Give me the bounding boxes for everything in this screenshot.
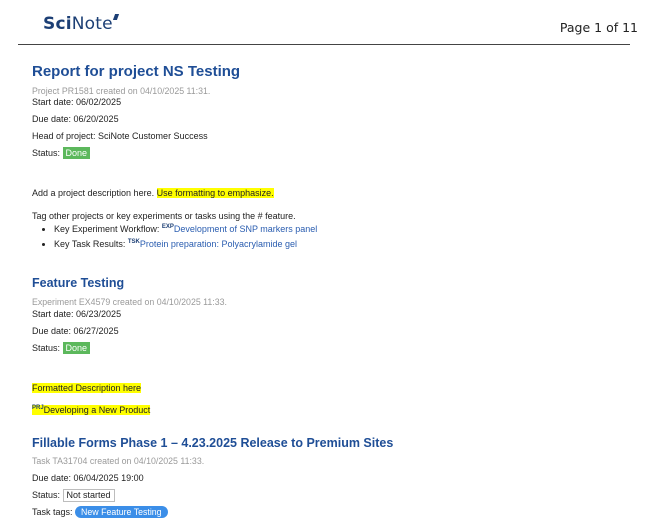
- experiment-status: Status: Done: [32, 342, 91, 354]
- experiment-description-highlight: Formatted Description here: [32, 383, 142, 393]
- project-status-badge: Done: [62, 147, 91, 159]
- page-number: Page 1 of 11: [559, 20, 638, 35]
- experiment-project-link-line: PRJDeveloping a New Product: [32, 405, 151, 415]
- task-tags-label: Task tags:: [32, 507, 73, 517]
- project-due-date: Due date: 06/20/2025: [32, 114, 119, 124]
- key-task-link[interactable]: Protein preparation: Polyacrylamide gel: [140, 239, 297, 249]
- experiment-due-date: Due date: 06/27/2025: [32, 326, 119, 336]
- project-head: Head of project: SciNote Customer Succes…: [32, 131, 208, 141]
- task-tag-icon: TSK: [127, 239, 140, 245]
- experiment-start-date: Start date: 06/23/2025: [32, 309, 122, 319]
- project-tag-intro: Tag other projects or key experiments or…: [32, 211, 296, 221]
- project-start-date: Start date: 06/02/2025: [32, 97, 122, 107]
- project-description-text: Add a project description here.: [32, 188, 155, 198]
- logo-mark-icon: [112, 14, 119, 20]
- experiment-status-label: Status:: [32, 343, 61, 353]
- experiment-status-badge: Done: [62, 342, 91, 354]
- scinote-logo: SciNote: [43, 14, 119, 34]
- project-title: Report for project NS Testing: [32, 63, 241, 80]
- project-description-highlight: Use formatting to emphasize.: [156, 188, 274, 198]
- list-item: Key Experiment Workflow: EXPDevelopment …: [54, 221, 317, 236]
- experiment-tag-icon: EXP: [161, 224, 174, 230]
- task-status-label: Status:: [32, 490, 61, 500]
- experiment-project-link[interactable]: Developing a New Product: [44, 405, 151, 415]
- project-description: Add a project description here. Use form…: [32, 188, 274, 198]
- experiment-project-link-wrap: PRJDeveloping a New Product: [32, 405, 151, 415]
- bullet-label: Key Task Results:: [54, 239, 126, 249]
- bullet-label: Key Experiment Workflow:: [54, 224, 160, 234]
- task-status-badge: Not started: [62, 489, 115, 502]
- task-status: Status: Not started: [32, 489, 115, 502]
- list-item: Key Task Results: TSKProtein preparation…: [54, 236, 317, 251]
- logo-text-rest: Note: [71, 14, 113, 34]
- page-header: SciNote Page 1 of 11: [18, 0, 638, 45]
- project-meta: Project PR1581 created on 04/10/2025 11:…: [32, 86, 211, 96]
- project-tag-icon: PRJ: [32, 405, 44, 411]
- key-experiment-link[interactable]: Development of SNP markers panel: [174, 224, 317, 234]
- logo-text-bold: Sci: [43, 14, 72, 34]
- project-status-label: Status:: [32, 148, 61, 158]
- experiment-description: Formatted Description here: [32, 383, 142, 393]
- task-tags: Task tags: New Feature Testing: [32, 506, 168, 518]
- project-key-links: Key Experiment Workflow: EXPDevelopment …: [32, 221, 317, 251]
- task-due-date: Due date: 06/04/2025 19:00: [32, 473, 144, 483]
- task-tag-badge: New Feature Testing: [75, 506, 168, 518]
- task-meta: Task TA31704 created on 04/10/2025 11:33…: [32, 456, 205, 466]
- task-title: Fillable Forms Phase 1 – 4.23.2025 Relea…: [32, 436, 394, 450]
- experiment-meta: Experiment EX4579 created on 04/10/2025 …: [32, 297, 227, 307]
- project-status: Status: Done: [32, 147, 91, 159]
- experiment-title: Feature Testing: [32, 276, 125, 290]
